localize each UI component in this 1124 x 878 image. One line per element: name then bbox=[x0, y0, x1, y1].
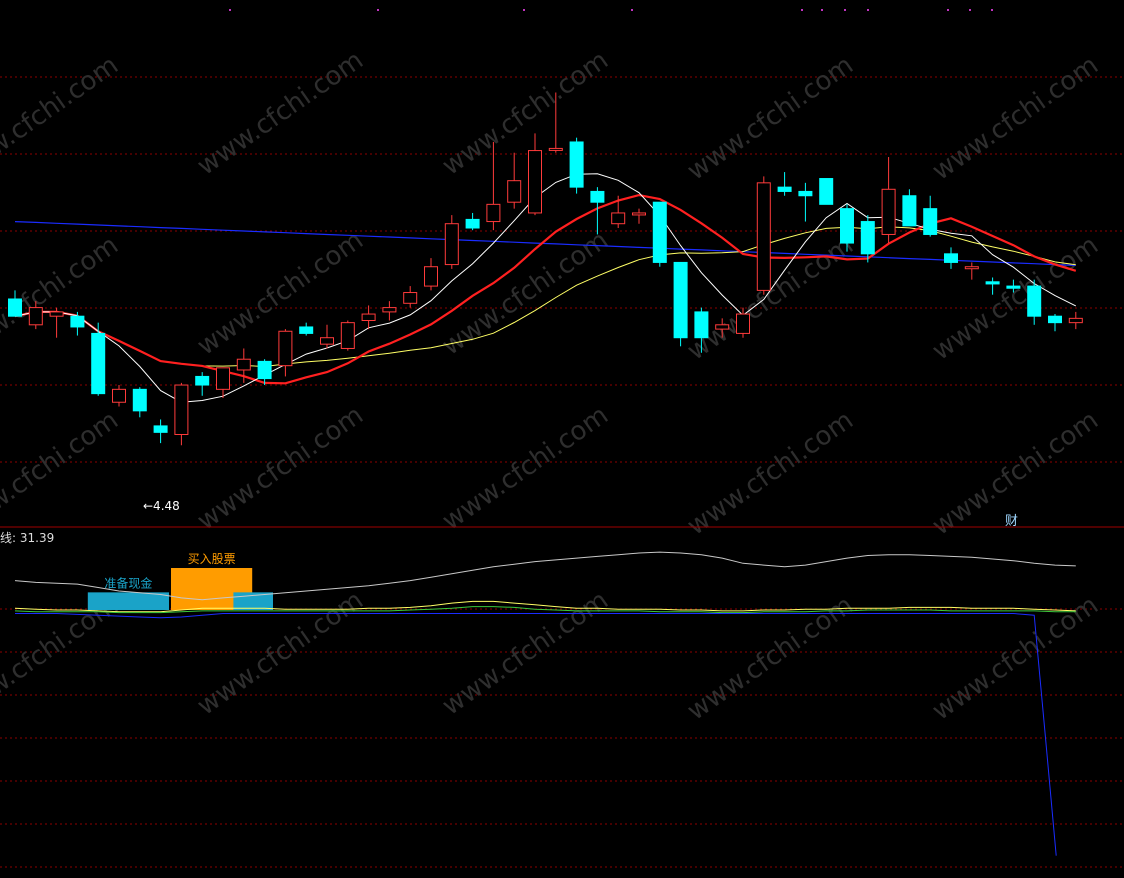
candle-body bbox=[902, 195, 917, 227]
candle-body bbox=[736, 313, 750, 334]
watermark-text: www.cfchi.com bbox=[437, 585, 614, 721]
watermark-text: www.cfchi.com bbox=[192, 45, 369, 181]
chart-canvas[interactable]: www.cfchi.com www.cfchi.com www.cfchi.com w… bbox=[0, 0, 1124, 873]
candle-body bbox=[944, 253, 958, 263]
candle-body bbox=[257, 360, 272, 380]
watermark-text: www.cfchi.com bbox=[682, 50, 859, 186]
watermark-text: www.cfchi.com bbox=[0, 405, 124, 541]
watermark-text: www.cfchi.com bbox=[437, 400, 614, 536]
candle-body bbox=[923, 208, 938, 235]
candle-body bbox=[403, 292, 418, 304]
candle-body bbox=[548, 147, 563, 151]
watermark-text: www.cfchi.com bbox=[927, 230, 1104, 366]
candle-body bbox=[174, 384, 189, 436]
indicator-panel[interactable]: 准备现金 买入股票 bbox=[14, 551, 1076, 856]
signal-block-label: 准备现金 bbox=[104, 575, 152, 590]
candle-body bbox=[840, 208, 854, 244]
candle-body bbox=[444, 223, 459, 266]
candle-body bbox=[632, 212, 646, 216]
candle-body bbox=[798, 190, 813, 197]
signal-block bbox=[87, 592, 169, 610]
stock-chart[interactable]: www.cfchi.com www.cfchi.com www.cfchi.com w… bbox=[0, 0, 1124, 873]
candle-body bbox=[985, 281, 1000, 285]
watermark-layer: www.cfchi.com www.cfchi.com www.cfchi.com w… bbox=[0, 45, 1104, 726]
candle-body bbox=[28, 307, 43, 326]
candle-body bbox=[299, 326, 314, 334]
candle-body bbox=[340, 322, 355, 349]
candle-body bbox=[756, 182, 771, 291]
candle-body bbox=[860, 221, 875, 255]
candle-body bbox=[320, 337, 334, 345]
candle-body bbox=[1027, 285, 1042, 317]
corner-char: 财 bbox=[1005, 514, 1018, 529]
watermark-text: www.cfchi.com bbox=[682, 405, 859, 541]
candle-body bbox=[236, 358, 251, 371]
candle-body bbox=[112, 388, 126, 403]
candle-body bbox=[49, 311, 64, 317]
watermark-text: www.cfchi.com bbox=[927, 50, 1104, 186]
candle-body bbox=[819, 178, 834, 205]
candle-body bbox=[528, 150, 542, 214]
candle-body bbox=[715, 324, 730, 330]
candle-body bbox=[91, 332, 106, 395]
grid-lines bbox=[0, 76, 1124, 868]
candle-body bbox=[1068, 317, 1083, 324]
candle-body bbox=[964, 266, 979, 270]
watermark-text: www.cfchi.com bbox=[0, 50, 124, 186]
top-dots bbox=[229, 9, 993, 11]
candle-body bbox=[694, 311, 709, 339]
candle-body bbox=[361, 313, 376, 322]
candle-body bbox=[195, 375, 210, 386]
watermark-text: www.cfchi.com bbox=[437, 45, 614, 181]
candle-body bbox=[1006, 285, 1021, 289]
candle-body bbox=[8, 298, 22, 317]
signal-block-label: 买入股票 bbox=[188, 552, 236, 566]
candle-body bbox=[1048, 315, 1062, 324]
candle-body bbox=[590, 190, 605, 203]
candle-body bbox=[507, 180, 522, 203]
candle-body bbox=[216, 367, 230, 390]
candle-body bbox=[569, 141, 584, 188]
low-price-marker: ←4.48 bbox=[143, 499, 180, 513]
candle-body bbox=[652, 201, 667, 263]
candle-body bbox=[611, 212, 626, 225]
watermark-text: www.cfchi.com bbox=[192, 400, 369, 536]
candle-body bbox=[132, 388, 147, 412]
candle-body bbox=[465, 218, 480, 229]
candle-body bbox=[486, 203, 501, 223]
candle-body bbox=[777, 186, 792, 192]
candle-body bbox=[881, 188, 896, 235]
candle-body bbox=[278, 330, 293, 367]
candle-body bbox=[70, 315, 85, 328]
watermark-text: www.cfchi.com bbox=[0, 230, 124, 366]
indicator-line-label: 线: 31.39 bbox=[0, 531, 54, 545]
candle-body bbox=[424, 266, 438, 287]
candle-body bbox=[673, 261, 688, 339]
candle-body bbox=[382, 307, 397, 313]
candle-body bbox=[153, 425, 168, 433]
